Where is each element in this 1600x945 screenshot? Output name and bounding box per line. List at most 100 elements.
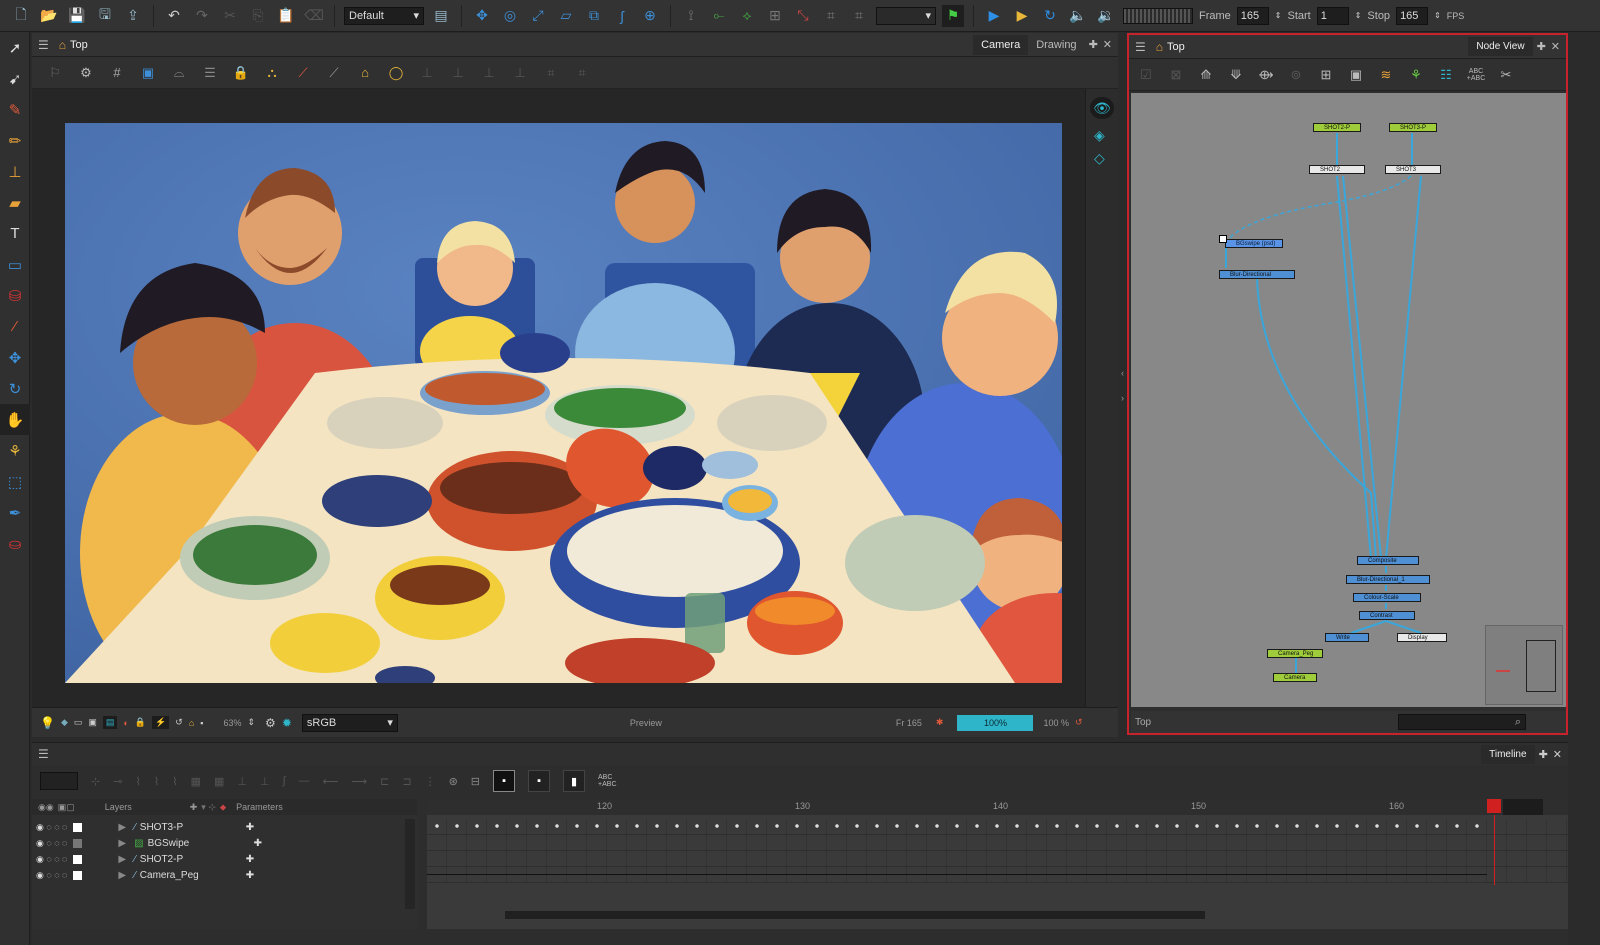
lock-status-icon[interactable]: 🔒	[135, 717, 146, 728]
start-stepper[interactable]: ⇕	[1355, 11, 1362, 20]
deformer-icon[interactable]: ⊞	[764, 5, 786, 27]
layer-stack-icon[interactable]: ◈	[1094, 127, 1110, 144]
stop-motion-icon[interactable]: ⌇	[172, 775, 177, 788]
frame-stepper[interactable]: ⇕	[1275, 11, 1282, 20]
node-bgswipe[interactable]: BGswipe (psd)	[1225, 239, 1283, 248]
pencil-tool-icon[interactable]: ✏	[0, 125, 30, 156]
peg-icon[interactable]: ⌗	[542, 64, 560, 82]
contour-editor-icon[interactable]: ➹	[0, 63, 30, 94]
ease-icon[interactable]: ⌇	[135, 775, 140, 788]
kinematic-tool-icon[interactable]: ⟡	[736, 5, 758, 27]
rectangle-tool-icon[interactable]: ▭	[0, 249, 30, 280]
light-icon[interactable]: ⌂	[356, 64, 374, 82]
flag-icon[interactable]: ⚑	[942, 4, 964, 27]
select-tool-icon[interactable]: ➚	[0, 32, 30, 63]
tree-icon[interactable]: ⚘	[1407, 66, 1425, 84]
pivot-tool-icon[interactable]: ⊕	[639, 5, 661, 27]
layers-scrollbar[interactable]	[405, 819, 415, 909]
onion-icon[interactable]: ◐	[123, 718, 128, 728]
redo-icon[interactable]: ↷	[191, 5, 213, 27]
layer-row[interactable]: ◉ ◌ ◌ ◌ ▶ ▨ BGSwipe ✚	[32, 835, 417, 851]
add-tab-icon[interactable]: ✚	[1537, 40, 1546, 53]
light-bulb-icon[interactable]: 💡	[40, 716, 55, 730]
node-shot3[interactable]: SHOT3	[1385, 165, 1441, 174]
add-layer-dropdown-icon[interactable]: ▾ ⊹	[201, 802, 216, 813]
add-tab-icon[interactable]: ✚	[1539, 748, 1548, 761]
settings-gear-icon[interactable]: ⚙	[77, 64, 95, 82]
dropper-tool-icon[interactable]: ⁄	[0, 311, 30, 342]
reset-zoom-icon[interactable]: ↺	[1075, 717, 1083, 728]
layer-visibility-icon[interactable]: ◉ ◌ ◌ ◌	[36, 838, 67, 849]
perspective-icon[interactable]: ⟋	[325, 64, 343, 82]
table-icon-1[interactable]: ⊥	[418, 64, 436, 82]
frame-row[interactable]	[427, 851, 1568, 867]
start-field[interactable]: 1	[1316, 6, 1349, 25]
layer-name[interactable]: BGSwipe	[148, 838, 248, 849]
node-camera-peg[interactable]: Camera_Peg	[1267, 649, 1323, 658]
menu-icon[interactable]: ☰	[1135, 40, 1146, 54]
scene-artwork[interactable]	[65, 123, 1062, 683]
expand-icon[interactable]: ▶	[118, 870, 126, 881]
cut-tool-icon[interactable]: ✂	[1497, 66, 1515, 84]
grid-icon[interactable]: #	[108, 64, 126, 82]
add-param-icon[interactable]: ✚	[254, 838, 262, 849]
star-icon[interactable]: ✱	[936, 717, 944, 728]
prev-key-icon[interactable]: ⟵	[323, 775, 339, 788]
frame-field[interactable]: 165	[1236, 6, 1269, 25]
playback-speed-slider[interactable]	[1123, 7, 1193, 24]
menu-icon[interactable]: ☰	[38, 747, 49, 761]
node-blur-directional[interactable]: Blur-Directional	[1219, 270, 1295, 279]
menu-icon[interactable]: ☰	[38, 38, 49, 52]
frame-row[interactable]	[427, 867, 1568, 883]
onion-skin-icon[interactable]: ⚐	[46, 64, 64, 82]
stop-field[interactable]: 165	[1396, 6, 1429, 25]
node-shot2[interactable]: SHOT2	[1309, 165, 1365, 174]
eraser-tool-icon[interactable]: ▰	[0, 187, 30, 218]
zoom-value[interactable]: 63%	[223, 718, 241, 728]
new-file-icon[interactable]: 🗋	[10, 5, 32, 27]
loop-icon[interactable]: ↻	[1039, 5, 1061, 27]
spline-icon[interactable]: ∫	[283, 775, 286, 787]
playhead-marker[interactable]	[1487, 799, 1501, 813]
node-shot3-peg[interactable]: SHOT3-P	[1389, 123, 1437, 132]
frame-grid[interactable]: 120 130 140 150 160	[427, 799, 1568, 929]
deform-icon[interactable]: ⌗	[573, 64, 591, 82]
delete-icon[interactable]: ⌫	[303, 5, 325, 27]
sound-icon[interactable]: 🔈	[1067, 5, 1089, 27]
peg-node-icon[interactable]: ⟰	[1197, 66, 1215, 84]
transform-tool-icon[interactable]: ✥	[471, 5, 493, 27]
skew-tool-icon[interactable]: ▱	[555, 5, 577, 27]
breadcrumb[interactable]: Top	[1167, 41, 1185, 53]
peg-icon[interactable]: ⊥	[237, 775, 247, 788]
colorspace-select[interactable]: sRGB ▾	[301, 713, 398, 732]
next-key-icon[interactable]: ⟶	[351, 775, 367, 788]
import-icon[interactable]: ⇪	[122, 5, 144, 27]
paste-icon[interactable]: 📋	[275, 5, 297, 27]
spline-offset-icon[interactable]: ʃ	[611, 5, 633, 27]
split-icon[interactable]: ⊟	[471, 775, 480, 788]
arrange-icon[interactable]: ☷	[1437, 66, 1455, 84]
cut-icon[interactable]: ✂	[219, 5, 241, 27]
add-param-icon[interactable]: ✚	[246, 870, 254, 881]
table-icon-2[interactable]: ⊥	[449, 64, 467, 82]
open-folder-icon[interactable]: 📂	[38, 5, 60, 27]
table-icon-3[interactable]: ⊥	[480, 64, 498, 82]
save-icon[interactable]: 💾	[66, 5, 88, 27]
rotate-tool-icon[interactable]: ◎	[499, 5, 521, 27]
close-icon[interactable]: ✕	[1551, 40, 1560, 53]
workspace-manager-icon[interactable]: ▤	[430, 5, 452, 27]
dark-frame-icon[interactable]: ▪	[528, 770, 551, 792]
layer-stack-alt-icon[interactable]: ◇	[1094, 150, 1110, 167]
navigator-thumbnail[interactable]	[1485, 625, 1563, 705]
node-colour-scale[interactable]: Colour-Scale	[1353, 593, 1421, 602]
layer-row[interactable]: ◉ ◌ ◌ ◌ ▶ ⁄ SHOT2-P ✚	[32, 851, 417, 867]
maintain-size-icon[interactable]: ⧉	[583, 5, 605, 27]
safe-area-icon[interactable]: ▣	[139, 64, 157, 82]
stop-stepper[interactable]: ⇕	[1434, 11, 1441, 20]
color-wheel-icon[interactable]: ✹	[282, 716, 292, 730]
node-camera[interactable]: Camera	[1273, 673, 1317, 682]
camera-mask-icon[interactable]: ▣	[88, 717, 97, 728]
stack-icon[interactable]: ◆	[61, 717, 68, 728]
add-keyframe-icon[interactable]: ⊹	[91, 775, 100, 788]
collapse-right-icon[interactable]: ›	[1121, 393, 1124, 403]
